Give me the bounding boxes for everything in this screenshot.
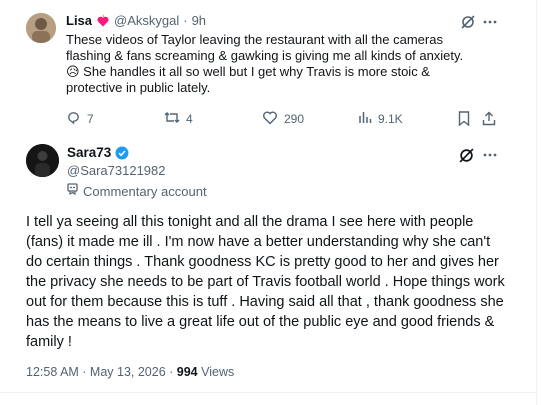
commentary-label-text: Commentary account bbox=[83, 183, 207, 199]
reply-icon bbox=[66, 110, 81, 128]
main-text: I tell ya seeing all this tonight and al… bbox=[26, 214, 505, 350]
separator-dot: · bbox=[183, 13, 188, 28]
like-count: 290 bbox=[284, 112, 305, 126]
column-border bbox=[536, 0, 537, 405]
views-icon bbox=[358, 110, 372, 127]
reply-count: 7 bbox=[87, 112, 94, 126]
more-icon[interactable] bbox=[481, 146, 499, 164]
views-count: 994 bbox=[176, 365, 198, 379]
like-button[interactable]: 290 bbox=[262, 110, 304, 128]
repost-button[interactable]: 4 bbox=[164, 110, 193, 128]
grok-icon[interactable] bbox=[457, 146, 475, 164]
views-label: Views bbox=[197, 365, 235, 379]
main-avatar[interactable] bbox=[26, 144, 59, 177]
tweet-metadata: 12:58 AM · May 13, 2026 · 994 Views bbox=[26, 365, 234, 379]
more-icon[interactable] bbox=[481, 14, 499, 30]
views-button[interactable]: 9.1K bbox=[358, 110, 403, 127]
reply-author-name[interactable]: Lisa bbox=[66, 13, 92, 28]
timestamp[interactable]: 12:58 AM · May 13, 2026 · bbox=[26, 365, 177, 379]
reply-avatar[interactable] bbox=[26, 13, 56, 43]
heart-fire-emoji-icon bbox=[96, 14, 110, 28]
divider bbox=[0, 392, 536, 393]
bookmark-icon[interactable] bbox=[456, 110, 472, 126]
grok-icon[interactable] bbox=[460, 14, 476, 30]
reply-author-handle[interactable]: @Akskygal bbox=[114, 13, 179, 28]
share-icon[interactable] bbox=[481, 110, 497, 126]
reply-text: These videos of Taylor leaving the resta… bbox=[66, 32, 464, 95]
repost-icon bbox=[164, 110, 180, 128]
commentary-label-icon bbox=[67, 182, 78, 200]
views-count: 9.1K bbox=[378, 111, 403, 126]
like-icon bbox=[262, 110, 278, 128]
main-author-handle[interactable]: @Sara73121982 bbox=[67, 163, 166, 178]
commentary-label: Commentary account bbox=[67, 182, 207, 200]
verified-badge-icon bbox=[115, 146, 129, 160]
reply-time[interactable]: 9h bbox=[192, 13, 206, 28]
repost-count: 4 bbox=[186, 112, 193, 126]
reply-button[interactable]: 7 bbox=[66, 110, 94, 128]
main-author-name[interactable]: Sara73 bbox=[67, 145, 111, 160]
